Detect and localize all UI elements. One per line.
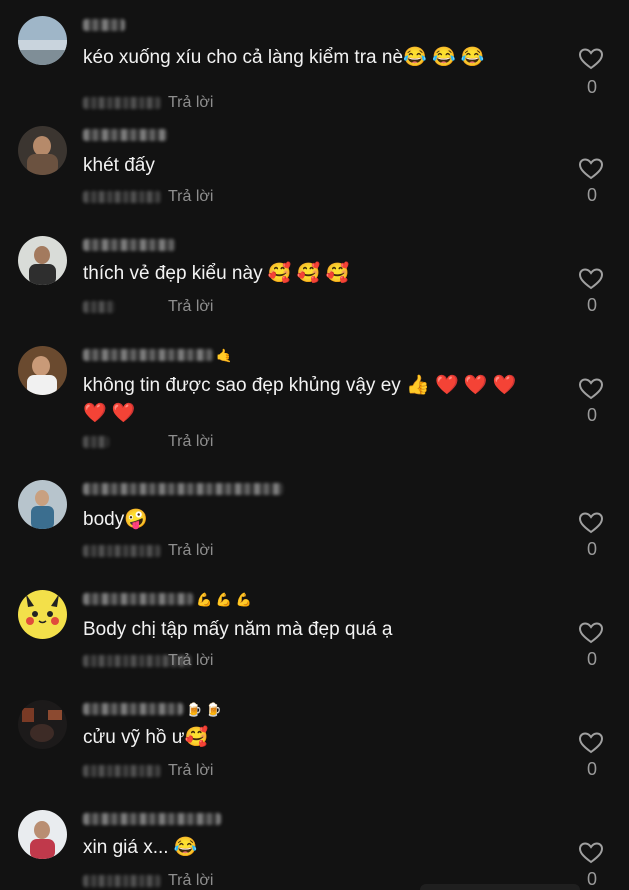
username-blurred[interactable] — [83, 480, 283, 498]
heart-outline-icon[interactable] — [578, 47, 606, 71]
comment-date-blurred — [83, 94, 161, 112]
heart-outline-icon[interactable] — [578, 377, 606, 401]
comment-text: khét đấy — [83, 155, 155, 176]
pikachu-avatar[interactable] — [18, 590, 67, 639]
comment-text: xin giá x... 😂 — [83, 837, 198, 858]
like-count: 0 — [586, 869, 597, 889]
comment-date-blurred — [83, 433, 109, 451]
comment-text: Body chị tập mấy năm mà đẹp quá ạ — [83, 619, 393, 640]
username-blurred[interactable] — [83, 810, 221, 828]
username-blurred[interactable]: 💪 💪 💪 — [83, 590, 252, 608]
comment-text: body🤪 — [83, 509, 148, 530]
comment-date-blurred — [83, 188, 161, 206]
like-count: 0 — [586, 759, 597, 779]
reply-button[interactable]: Trả lời — [168, 542, 213, 560]
avatar[interactable] — [18, 236, 67, 285]
username-blurred[interactable]: 🍺 🍺 — [83, 700, 222, 718]
avatar[interactable] — [18, 480, 67, 529]
heart-outline-icon[interactable] — [578, 267, 606, 291]
heart-outline-icon[interactable] — [578, 841, 606, 865]
comment-date-blurred — [83, 298, 115, 316]
like-count: 0 — [586, 539, 597, 559]
username-blurred[interactable] — [83, 126, 167, 144]
avatar[interactable] — [18, 346, 67, 395]
like-count: 0 — [586, 77, 597, 97]
avatar[interactable] — [18, 16, 67, 65]
comment-text: kéo xuống xíu cho cả làng kiểm tra nè😂 😂… — [83, 47, 485, 68]
like-count: 0 — [586, 185, 597, 205]
like-count: 0 — [586, 295, 597, 315]
comment-date-blurred — [83, 762, 161, 780]
heart-outline-icon[interactable] — [578, 731, 606, 755]
comment-text: cửu vỹ hồ ư🥰 — [83, 727, 209, 748]
reply-button[interactable]: Trả lời — [168, 433, 213, 451]
like-count: 0 — [586, 405, 597, 425]
heart-outline-icon[interactable] — [578, 621, 606, 645]
reply-button[interactable]: Trả lời — [168, 872, 213, 890]
beer-emoji-icon: 🍺 🍺 — [186, 701, 222, 717]
avatar[interactable] — [18, 810, 67, 859]
comment-text: thích vẻ đẹp kiểu này 🥰 🥰 🥰 — [83, 263, 350, 284]
muscle-emoji-icon: 💪 💪 💪 — [196, 591, 252, 607]
comment-text: không tin được sao đẹp khủng vậy ey 👍 ❤️… — [83, 375, 517, 424]
reply-button[interactable]: Trả lời — [168, 188, 213, 206]
avatar[interactable] — [18, 126, 67, 175]
heart-outline-icon[interactable] — [578, 511, 606, 535]
username-blurred[interactable]: 🤙 — [83, 346, 232, 364]
like-count: 0 — [586, 649, 597, 669]
bottom-sheet-edge — [420, 884, 580, 890]
avatar[interactable] — [18, 700, 67, 749]
comment-date-blurred — [83, 542, 161, 560]
reply-button[interactable]: Trả lời — [168, 762, 213, 780]
reply-button[interactable]: Trả lời — [168, 94, 213, 112]
comment-list: kéo xuống xíu cho cả làng kiểm tra nè😂 😂… — [0, 0, 629, 890]
comment-date-blurred — [83, 872, 161, 890]
heart-outline-icon[interactable] — [578, 157, 606, 181]
reply-button[interactable]: Trả lời — [168, 652, 213, 670]
hand-emoji-icon: 🤙 — [216, 347, 233, 363]
username-blurred[interactable] — [83, 16, 125, 34]
reply-button[interactable]: Trả lời — [168, 298, 213, 316]
username-blurred[interactable] — [83, 236, 175, 254]
